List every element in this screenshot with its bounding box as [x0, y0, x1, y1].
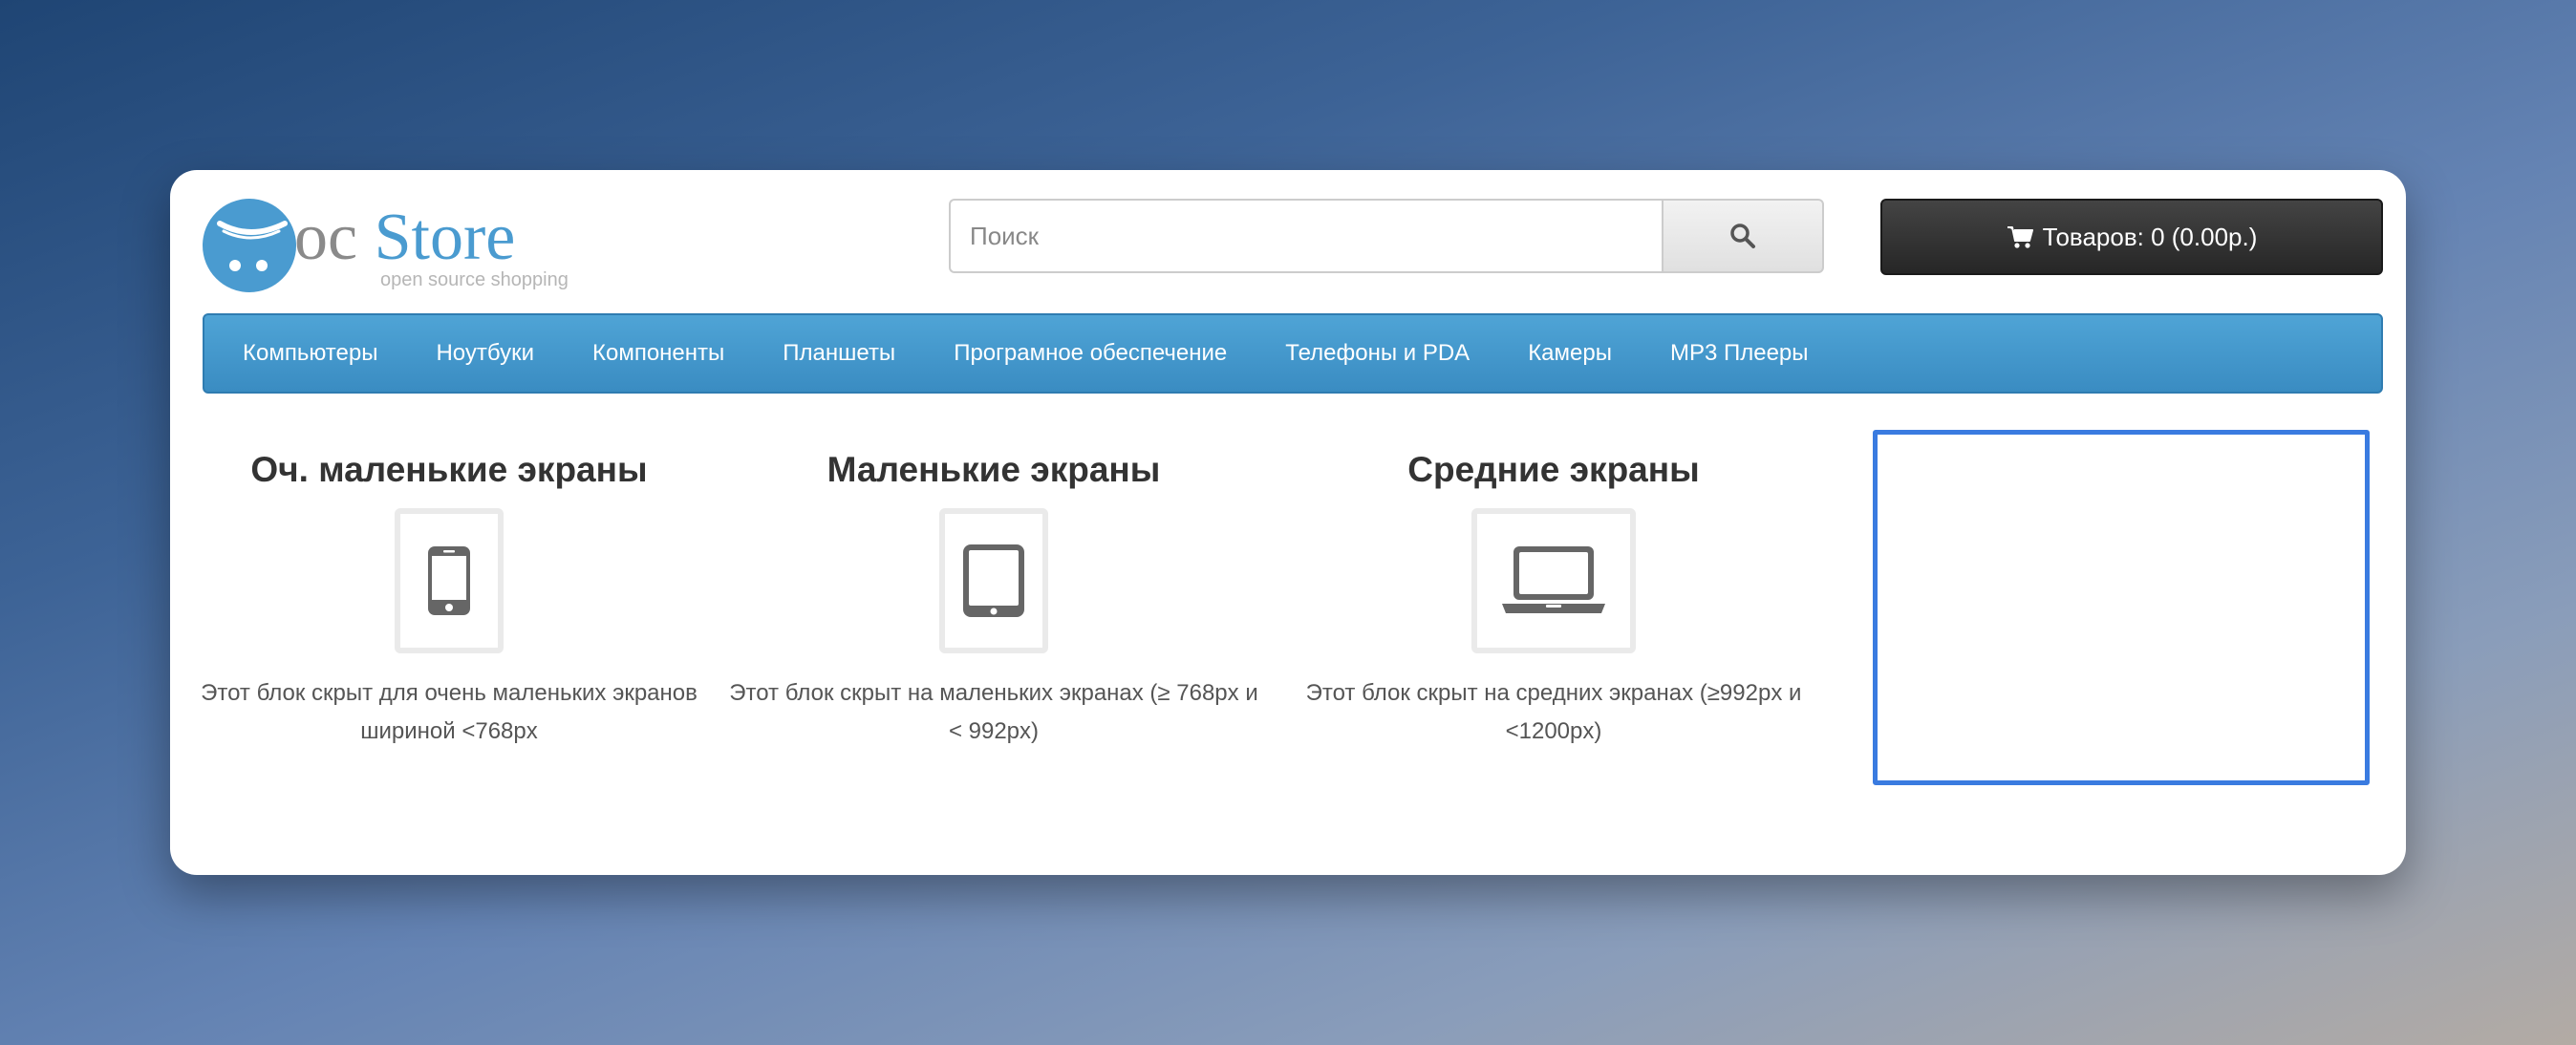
laptop-icon — [1502, 546, 1605, 613]
block-title: Средние экраны — [1407, 450, 1700, 489]
tablet-icon — [963, 544, 1024, 617]
device-frame — [395, 508, 504, 653]
block-description: Этот блок скрыт для очень маленьких экра… — [201, 680, 698, 744]
block-description: Этот блок скрыт на средних экранах (≥992… — [1305, 680, 1802, 744]
logo-wordmark: oc Store — [294, 201, 516, 274]
nav-item-components[interactable]: Компоненты — [592, 340, 724, 367]
category-nav: Компьютеры Ноутбуки Компоненты Планшеты … — [203, 313, 2383, 394]
large-screens-placeholder — [1873, 430, 2370, 785]
extra-small-screens-block: Оч. маленькие экраны Этот блок скрыт для… — [182, 447, 717, 751]
logo-cart-icon — [203, 199, 296, 292]
search-icon — [1730, 224, 1755, 248]
nav-item-tablets[interactable]: Планшеты — [783, 340, 895, 367]
nav-item-mp3-players[interactable]: MP3 Плееры — [1670, 340, 1809, 367]
medium-screens-block: Средние экраны Этот блок скрыт на средни… — [1286, 447, 1821, 751]
nav-item-phones-pda[interactable]: Телефоны и PDA — [1285, 340, 1470, 367]
device-frame — [939, 508, 1048, 653]
device-frame — [1471, 508, 1636, 653]
block-title: Маленькие экраны — [826, 450, 1161, 489]
browser-window: oc Store open source shopping Товаров: 0… — [170, 170, 2406, 875]
store-logo[interactable]: oc Store open source shopping — [203, 199, 569, 298]
nav-item-laptops[interactable]: Ноутбуки — [436, 340, 534, 367]
cart-button[interactable]: Товаров: 0 (0.00р.) — [1880, 199, 2383, 275]
small-screens-block: Маленькие экраны Этот блок скрыт на мале… — [726, 447, 1261, 751]
logo-tagline: open source shopping — [380, 269, 569, 290]
nav-item-software[interactable]: Програмное обеспечение — [954, 340, 1227, 367]
shopping-cart-icon — [2007, 226, 2033, 248]
search-bar — [949, 199, 1824, 273]
nav-item-cameras[interactable]: Камеры — [1528, 340, 1612, 367]
search-button[interactable] — [1662, 199, 1824, 273]
cart-label: Товаров: 0 (0.00р.) — [2042, 222, 2258, 251]
phone-icon — [428, 546, 470, 615]
search-input[interactable] — [949, 199, 1662, 273]
block-description: Этот блок скрыт на маленьких экранах (≥ … — [729, 680, 1258, 744]
nav-item-computers[interactable]: Компьютеры — [243, 340, 377, 367]
block-title: Оч. маленькие экраны — [250, 450, 648, 489]
